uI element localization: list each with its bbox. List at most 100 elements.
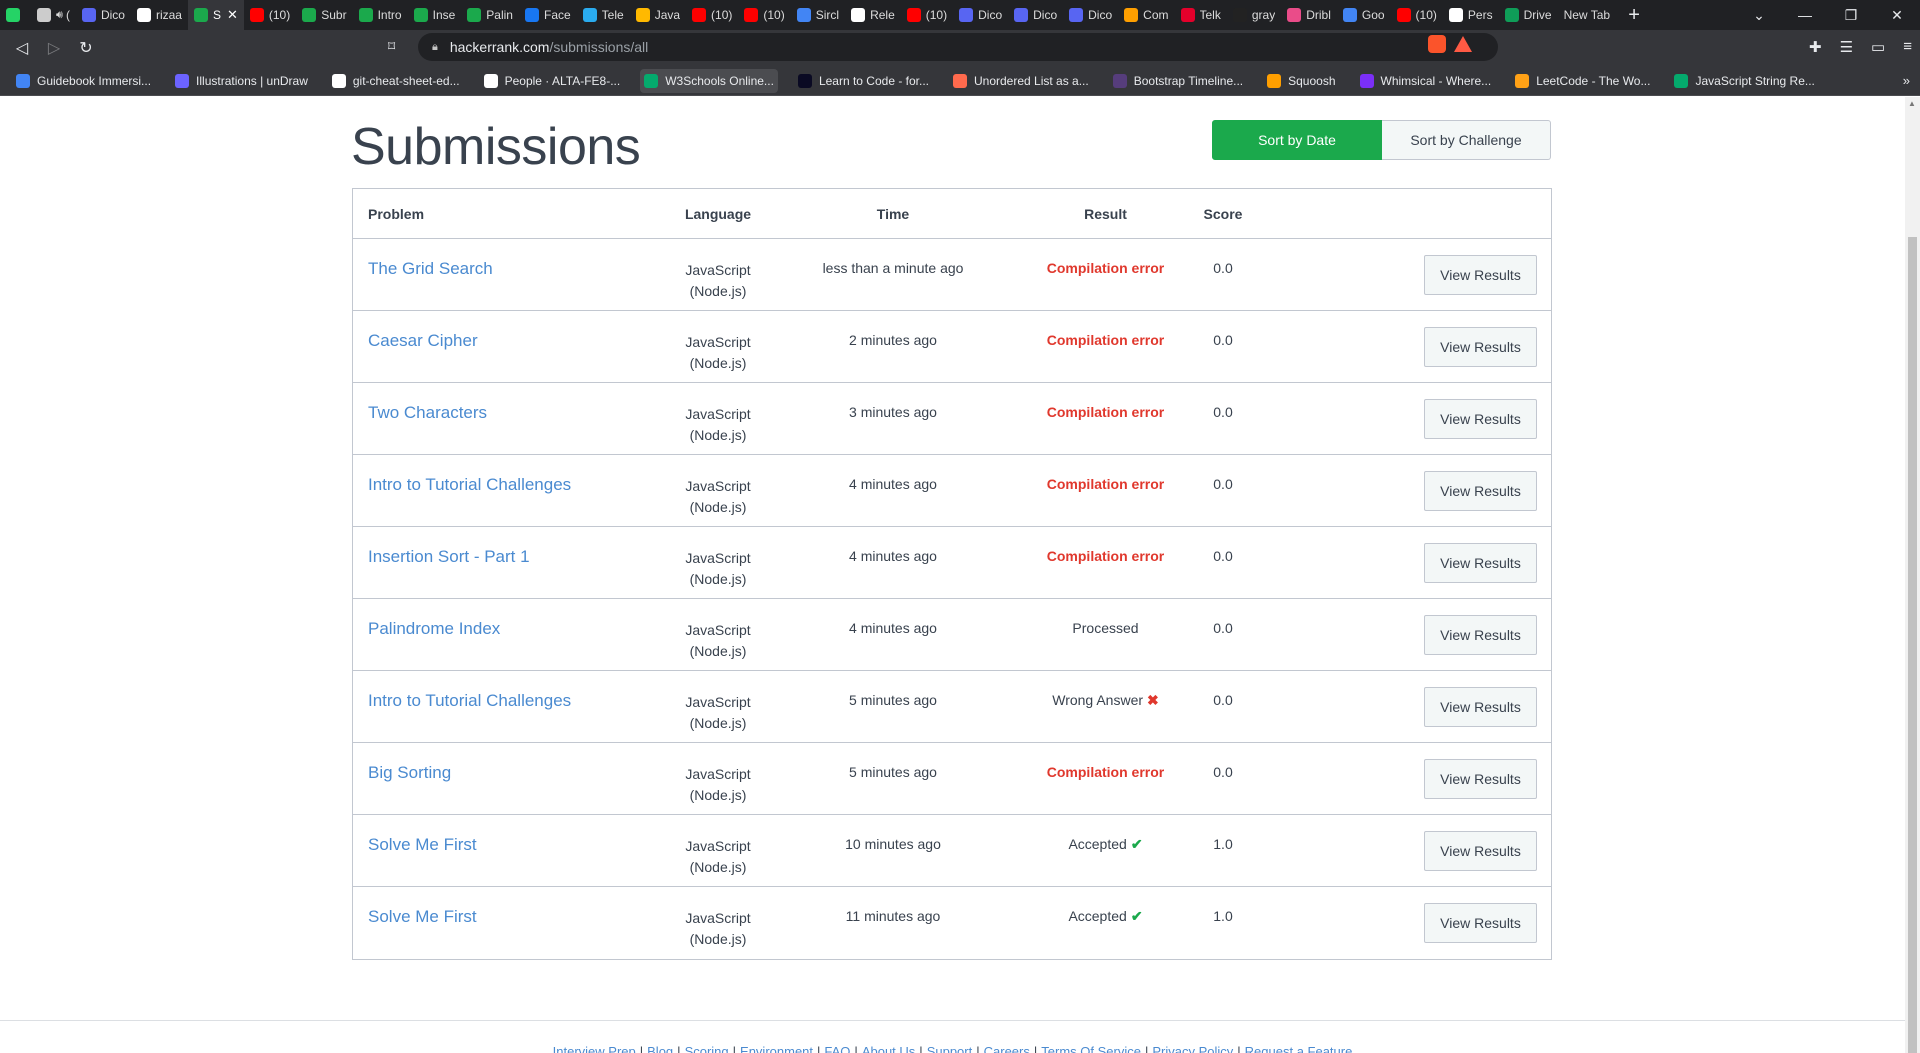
footer-link[interactable]: Careers bbox=[984, 1044, 1030, 1053]
bookmark-item[interactable]: W3Schools Online... bbox=[640, 68, 778, 93]
browser-tab[interactable]: S ✕ bbox=[187, 0, 244, 30]
bookmark-item[interactable]: Illustrations | unDraw bbox=[171, 69, 312, 93]
scrollbar-thumb[interactable] bbox=[1908, 237, 1917, 1053]
footer-link[interactable]: Privacy Policy bbox=[1152, 1044, 1233, 1053]
language-runtime: (Node.js) bbox=[689, 859, 747, 875]
problem-link[interactable]: Caesar Cipher bbox=[368, 331, 478, 351]
problem-link[interactable]: Solve Me First bbox=[368, 907, 477, 927]
brave-shield-icon[interactable] bbox=[1428, 35, 1446, 53]
view-results-button[interactable]: View Results bbox=[1424, 615, 1537, 655]
footer-link[interactable]: Request a Feature bbox=[1245, 1044, 1353, 1053]
tab-label: Drive bbox=[1523, 8, 1552, 22]
browser-tab[interactable]: Subr bbox=[296, 0, 352, 30]
browser-tab[interactable]: Palin bbox=[461, 0, 519, 30]
back-icon[interactable]: ◁ bbox=[6, 38, 38, 58]
browser-tab[interactable]: Intro bbox=[353, 0, 408, 30]
browser-tab[interactable]: Inse bbox=[408, 0, 462, 30]
footer-link[interactable]: Blog bbox=[647, 1044, 673, 1053]
page-scrollbar[interactable]: ▲ bbox=[1905, 97, 1920, 1053]
browser-tab[interactable]: Dico bbox=[76, 0, 131, 30]
footer-link[interactable]: Interview Prep bbox=[553, 1044, 636, 1053]
bookmark-item[interactable]: Learn to Code - for... bbox=[794, 69, 933, 93]
view-results-button[interactable]: View Results bbox=[1424, 471, 1537, 511]
browser-tab[interactable]: Face bbox=[519, 0, 577, 30]
problem-link[interactable]: Palindrome Index bbox=[368, 619, 500, 639]
browser-tab[interactable]: 🔊︎( bbox=[31, 0, 76, 30]
footer-link[interactable]: FAQ bbox=[824, 1044, 850, 1053]
browser-tab[interactable]: Dico bbox=[1008, 0, 1063, 30]
browser-tab[interactable]: (10) bbox=[901, 0, 953, 30]
footer-link[interactable]: About Us bbox=[862, 1044, 915, 1053]
browser-tab[interactable]: (10) bbox=[686, 0, 738, 30]
browser-tab[interactable]: Pers bbox=[1443, 0, 1499, 30]
browser-tab[interactable]: Tele bbox=[577, 0, 630, 30]
tab-close-icon[interactable]: ✕ bbox=[227, 7, 238, 23]
browser-tab[interactable] bbox=[0, 0, 31, 30]
forward-icon[interactable]: ▷ bbox=[38, 38, 70, 58]
browser-tab[interactable]: Sircl bbox=[791, 0, 845, 30]
problem-link[interactable]: Solve Me First bbox=[368, 835, 477, 855]
new-tab-button[interactable]: + bbox=[1616, 4, 1652, 27]
problem-link[interactable]: Intro to Tutorial Challenges bbox=[368, 691, 571, 711]
time-cell: 4 minutes ago bbox=[849, 548, 937, 564]
view-results-button[interactable]: View Results bbox=[1424, 831, 1537, 871]
close-window-icon[interactable]: ✕ bbox=[1874, 7, 1920, 24]
browser-tab[interactable]: (10) bbox=[244, 0, 296, 30]
tab-audio-icon[interactable]: 🔊︎ bbox=[56, 9, 63, 22]
bookmark-icon[interactable]: ⌑ bbox=[388, 38, 395, 55]
browser-tab[interactable]: Dribl bbox=[1281, 0, 1337, 30]
sort-by-date-button[interactable]: Sort by Date bbox=[1212, 120, 1382, 160]
bookmark-item[interactable]: Unordered List as a... bbox=[949, 69, 1093, 93]
browser-tab[interactable]: rizaa bbox=[131, 0, 188, 30]
browser-tab[interactable]: Drive bbox=[1499, 0, 1558, 30]
view-results-button[interactable]: View Results bbox=[1424, 687, 1537, 727]
browser-tab[interactable]: New Tab bbox=[1558, 0, 1616, 30]
problem-link[interactable]: Insertion Sort - Part 1 bbox=[368, 547, 530, 567]
address-bar[interactable]: 🔒︎ hackerrank.com /submissions/all bbox=[418, 33, 1498, 61]
browser-tab[interactable]: Dico bbox=[953, 0, 1008, 30]
footer-link[interactable]: Terms Of Service bbox=[1041, 1044, 1141, 1053]
browser-tab[interactable]: Goo bbox=[1337, 0, 1391, 30]
more-bookmarks-icon[interactable]: » bbox=[1903, 73, 1910, 88]
browser-tab[interactable]: (10) bbox=[738, 0, 790, 30]
bookmark-item[interactable]: People · ALTA-FE8-... bbox=[480, 69, 625, 93]
browser-tab[interactable]: Telk bbox=[1175, 0, 1227, 30]
sort-by-challenge-button[interactable]: Sort by Challenge bbox=[1382, 120, 1551, 160]
problem-link[interactable]: Two Characters bbox=[368, 403, 487, 423]
brave-rewards-icon[interactable] bbox=[1454, 36, 1472, 52]
view-results-button[interactable]: View Results bbox=[1424, 759, 1537, 799]
scroll-up-icon[interactable]: ▲ bbox=[1908, 99, 1916, 108]
view-results-button[interactable]: View Results bbox=[1424, 903, 1537, 943]
menu-icon[interactable]: ≡ bbox=[1903, 38, 1912, 56]
browser-tab[interactable]: Rele bbox=[845, 0, 901, 30]
bookmark-item[interactable]: Squoosh bbox=[1263, 69, 1339, 93]
view-results-button[interactable]: View Results bbox=[1424, 255, 1537, 295]
footer-link[interactable]: Scoring bbox=[685, 1044, 729, 1053]
reload-icon[interactable]: ↻ bbox=[70, 38, 102, 58]
tab-search-icon[interactable]: ⌄ bbox=[1736, 7, 1782, 24]
browser-tab[interactable]: Com bbox=[1118, 0, 1174, 30]
bookmark-item[interactable]: git-cheat-sheet-ed... bbox=[328, 69, 464, 93]
view-results-button[interactable]: View Results bbox=[1424, 327, 1537, 367]
browser-tab[interactable]: Dico bbox=[1063, 0, 1118, 30]
extensions-icon[interactable]: ✚ bbox=[1809, 38, 1822, 56]
problem-link[interactable]: Big Sorting bbox=[368, 763, 451, 783]
minimize-icon[interactable]: — bbox=[1782, 7, 1828, 23]
view-results-button[interactable]: View Results bbox=[1424, 543, 1537, 583]
view-results-button[interactable]: View Results bbox=[1424, 399, 1537, 439]
bookmark-item[interactable]: Whimsical - Where... bbox=[1356, 69, 1496, 93]
footer-link[interactable]: Support bbox=[927, 1044, 973, 1053]
browser-tab[interactable]: gray bbox=[1227, 0, 1281, 30]
browser-tab[interactable]: (10) bbox=[1391, 0, 1443, 30]
problem-link[interactable]: Intro to Tutorial Challenges bbox=[368, 475, 571, 495]
restore-icon[interactable]: ❐ bbox=[1828, 7, 1874, 24]
reading-list-icon[interactable]: ☰ bbox=[1840, 38, 1853, 56]
wallet-icon[interactable]: ▭ bbox=[1871, 38, 1885, 56]
footer-link[interactable]: Environment bbox=[740, 1044, 813, 1053]
bookmark-item[interactable]: Bootstrap Timeline... bbox=[1109, 69, 1247, 93]
browser-tab[interactable]: Java bbox=[630, 0, 686, 30]
bookmark-item[interactable]: LeetCode - The Wo... bbox=[1511, 69, 1654, 93]
bookmark-item[interactable]: JavaScript String Re... bbox=[1670, 69, 1818, 93]
bookmark-item[interactable]: Guidebook Immersi... bbox=[12, 69, 155, 93]
problem-link[interactable]: The Grid Search bbox=[368, 259, 493, 279]
